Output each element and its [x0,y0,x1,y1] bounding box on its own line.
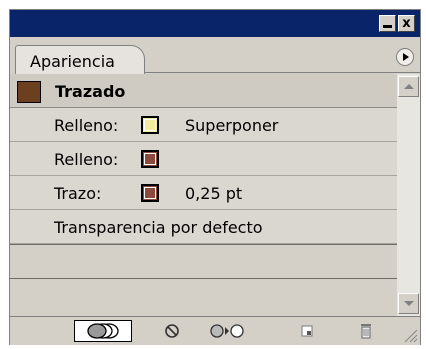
arrow-down-icon [403,301,414,306]
tab-strip: Apariencia [10,37,420,75]
clear-appearance-button[interactable] [160,320,184,342]
swatch-border [144,119,156,131]
reduce-to-basic-appearance-icon [210,324,244,338]
row-label: Relleno: [54,116,119,135]
reduce-to-basic-button[interactable] [207,320,247,342]
stroke-weight-value: 0,25 pt [185,184,243,203]
list-item-fill-1[interactable]: Relleno: Superponer [10,108,397,142]
duplicate-item-icon [301,325,313,337]
fill-swatch[interactable] [141,150,159,168]
tab-divider [145,72,420,73]
scroll-down-button[interactable] [398,293,419,314]
swatch-border [144,153,156,165]
panel-menu-icon [403,53,409,61]
resize-grip-icon[interactable] [402,327,418,343]
tab-apariencia[interactable]: Apariencia [15,45,145,75]
swatch-border [144,187,156,199]
appearance-panel: x Apariencia Trazado Relleno: Superponer… [9,9,421,345]
close-button[interactable]: x [398,15,415,32]
path-color-swatch[interactable] [17,81,41,103]
minimize-icon [383,24,392,28]
title-bar[interactable]: x [10,10,420,37]
clear-appearance-icon [165,324,179,338]
list-item-header[interactable]: Trazado [10,74,397,108]
scroll-up-button[interactable] [398,76,419,97]
list-divider [10,278,397,279]
new-art-appearance-button[interactable] [74,320,132,342]
new-art-maintains-appearance-icon [87,323,119,339]
delete-item-button[interactable] [354,320,378,342]
close-icon: x [402,16,411,31]
row-label: Transparencia por defecto [54,218,263,237]
panel-toolbar [10,316,420,345]
appearance-list: Trazado Relleno: Superponer Relleno: Tra… [10,74,397,316]
tab-label: Apariencia [30,52,115,71]
trash-icon [361,324,371,339]
fill-swatch[interactable] [141,116,159,134]
list-item-transparency[interactable]: Transparencia por defecto [10,210,397,244]
blend-mode-value: Superponer [185,116,279,135]
vertical-scrollbar[interactable] [397,74,420,316]
panel-menu-button[interactable] [396,48,414,66]
list-item-fill-2[interactable]: Relleno: [10,142,397,176]
minimize-button[interactable] [379,15,396,32]
row-label: Trazo: [54,184,102,203]
list-divider [10,244,397,245]
arrow-up-icon [403,84,414,89]
duplicate-item-button[interactable] [295,320,319,342]
row-label: Relleno: [54,150,119,169]
list-item-stroke[interactable]: Trazo: 0,25 pt [10,176,397,210]
row-label: Trazado [55,82,126,101]
stroke-swatch[interactable] [141,184,159,202]
